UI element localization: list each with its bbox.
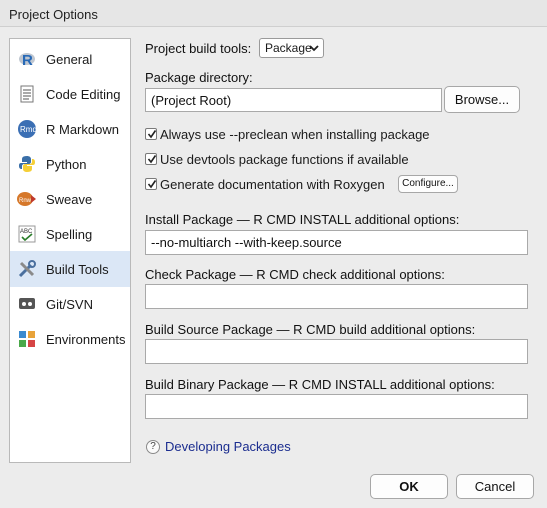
preclean-checkbox[interactable]: [145, 128, 157, 140]
tools-icon: [17, 259, 37, 279]
roxygen-checkbox[interactable]: [145, 178, 157, 190]
sidebar-item-label: General: [46, 51, 93, 67]
check-options-label: Check Package — R CMD check additional o…: [145, 267, 445, 282]
sidebar-item-label: Environments: [46, 331, 126, 347]
sidebar-item-label: Python: [46, 156, 87, 172]
configure-button[interactable]: Configure...: [398, 175, 458, 193]
chevron-down-icon: [309, 42, 319, 57]
build-source-options-label: Build Source Package — R CMD build addit…: [145, 322, 476, 337]
browse-button[interactable]: Browse...: [444, 86, 520, 113]
developing-packages-link[interactable]: Developing Packages: [165, 439, 291, 454]
r-logo-icon: R: [17, 49, 37, 69]
rmd-icon: Rmd: [17, 119, 37, 139]
sidebar-item-spelling[interactable]: ABC Spelling: [10, 216, 130, 252]
sidebar-item-r-markdown[interactable]: Rmd R Markdown: [10, 111, 130, 147]
environments-icon: [17, 329, 37, 349]
sidebar-item-environments[interactable]: Environments: [10, 321, 130, 357]
window-title: Project Options: [9, 7, 98, 22]
sidebar-item-git-svn[interactable]: Git/SVN: [10, 286, 130, 322]
svg-text:Rmd: Rmd: [20, 125, 37, 134]
devtools-checkbox[interactable]: [145, 153, 157, 165]
build-binary-options-field[interactable]: [145, 394, 528, 419]
preclean-checkbox-row[interactable]: Always use --preclean when installing pa…: [145, 126, 430, 142]
roxygen-label: Generate documentation with Roxygen: [160, 176, 385, 192]
devtools-label: Use devtools package functions if availa…: [160, 151, 409, 167]
svg-text:R: R: [22, 52, 33, 68]
build-tools-value: Package: [265, 41, 312, 55]
sidebar: R General Code Editing Rmd R Markdown Py…: [9, 38, 131, 463]
sweave-icon: Rnw: [17, 189, 37, 209]
help-icon[interactable]: ?: [146, 440, 160, 454]
sidebar-item-general[interactable]: R General: [10, 41, 130, 77]
build-binary-options-label: Build Binary Package — R CMD INSTALL add…: [145, 377, 495, 392]
package-directory-label: Package directory:: [145, 70, 253, 85]
sidebar-item-code-editing[interactable]: Code Editing: [10, 76, 130, 112]
sidebar-item-label: Sweave: [46, 191, 93, 207]
build-tools-label: Project build tools:: [145, 41, 252, 56]
document-icon: [17, 84, 37, 104]
sidebar-item-label: Spelling: [46, 226, 93, 242]
python-icon: [17, 154, 37, 174]
sidebar-item-build-tools[interactable]: Build Tools: [10, 251, 130, 287]
sidebar-item-label: R Markdown: [46, 121, 119, 137]
check-options-field[interactable]: [145, 284, 528, 309]
roxygen-checkbox-row[interactable]: Generate documentation with Roxygen: [145, 176, 385, 192]
cancel-button[interactable]: Cancel: [456, 474, 534, 499]
svg-text:Rnw: Rnw: [19, 198, 32, 204]
title-bar: Project Options: [0, 0, 547, 27]
build-tools-select[interactable]: Package: [259, 38, 324, 58]
sidebar-item-label: Build Tools: [46, 261, 109, 277]
install-options-label: Install Package — R CMD INSTALL addition…: [145, 212, 460, 227]
sidebar-item-sweave[interactable]: Rnw Sweave: [10, 181, 130, 217]
preclean-label: Always use --preclean when installing pa…: [160, 126, 430, 142]
spellcheck-icon: ABC: [17, 224, 37, 244]
sidebar-item-label: Code Editing: [46, 86, 121, 102]
package-directory-field[interactable]: (Project Root): [145, 88, 442, 112]
install-options-field[interactable]: --no-multiarch --with-keep.source: [145, 230, 528, 255]
sidebar-item-python[interactable]: Python: [10, 146, 130, 182]
sidebar-item-label: Git/SVN: [46, 296, 93, 312]
devtools-checkbox-row[interactable]: Use devtools package functions if availa…: [145, 151, 409, 167]
build-source-options-field[interactable]: [145, 339, 528, 364]
git-icon: [17, 294, 37, 314]
ok-button[interactable]: OK: [370, 474, 448, 499]
